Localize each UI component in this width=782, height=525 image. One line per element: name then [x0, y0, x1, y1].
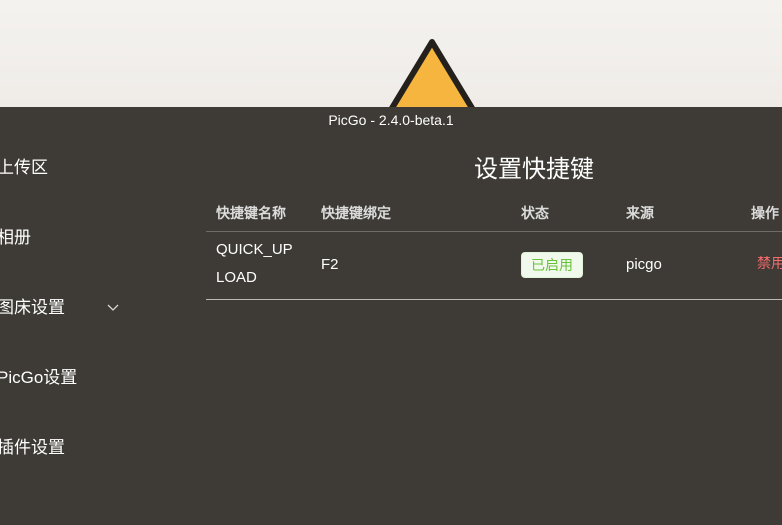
- sidebar-item-plugin-settings[interactable]: 插件设置: [0, 433, 65, 463]
- table-row: QUICK_UPLOAD F2 已启用 picgo 禁用: [206, 232, 782, 300]
- column-header-binding: 快捷键绑定: [321, 205, 391, 221]
- column-header-status: 状态: [521, 205, 549, 221]
- disable-shortcut-button[interactable]: 禁用: [757, 253, 782, 273]
- column-header-name: 快捷键名称: [216, 205, 286, 221]
- page-title: 设置快捷键: [474, 156, 594, 183]
- sidebar-item-picgo-settings[interactable]: PicGo设置: [0, 363, 77, 393]
- picgo-window: PicGo - 2.4.0-beta.1 上传区 相册 图床设置 PicGo设置…: [0, 107, 782, 525]
- sidebar-item-label: 上传区: [0, 158, 48, 177]
- chevron-down-icon: [107, 304, 119, 311]
- sidebar-item-label: PicGo设置: [0, 368, 78, 387]
- window-title: PicGo - 2.4.0-beta.1: [328, 112, 454, 128]
- triangle-icon: [389, 39, 475, 107]
- sidebar-item-picbed-settings[interactable]: 图床设置: [0, 293, 119, 323]
- table-header: 快捷键名称 快捷键绑定 状态 来源 操作: [206, 195, 782, 232]
- shortcut-binding-cell: F2: [321, 256, 339, 273]
- status-badge: 已启用: [521, 252, 583, 278]
- sidebar: 上传区 相册 图床设置 PicGo设置 插件设置: [0, 133, 200, 525]
- sidebar-item-upload[interactable]: 上传区: [0, 153, 48, 183]
- desktop-wallpaper: [0, 0, 782, 107]
- column-header-source: 来源: [626, 205, 654, 221]
- sidebar-item-label: 相册: [0, 228, 31, 247]
- column-header-action: 操作: [751, 205, 779, 221]
- shortcut-settings-panel: 设置快捷键 快捷键名称 快捷键绑定 状态 来源 操作 QUICK_UPLOAD …: [206, 133, 782, 525]
- sidebar-item-label: 图床设置: [0, 298, 65, 317]
- shortcut-source-cell: picgo: [626, 256, 662, 273]
- sidebar-item-label: 插件设置: [0, 438, 65, 457]
- sidebar-item-gallery[interactable]: 相册: [0, 223, 31, 253]
- shortcut-table: 快捷键名称 快捷键绑定 状态 来源 操作 QUICK_UPLOAD F2 已启用…: [206, 195, 782, 300]
- shortcut-name-cell: QUICK_UPLOAD: [216, 241, 293, 286]
